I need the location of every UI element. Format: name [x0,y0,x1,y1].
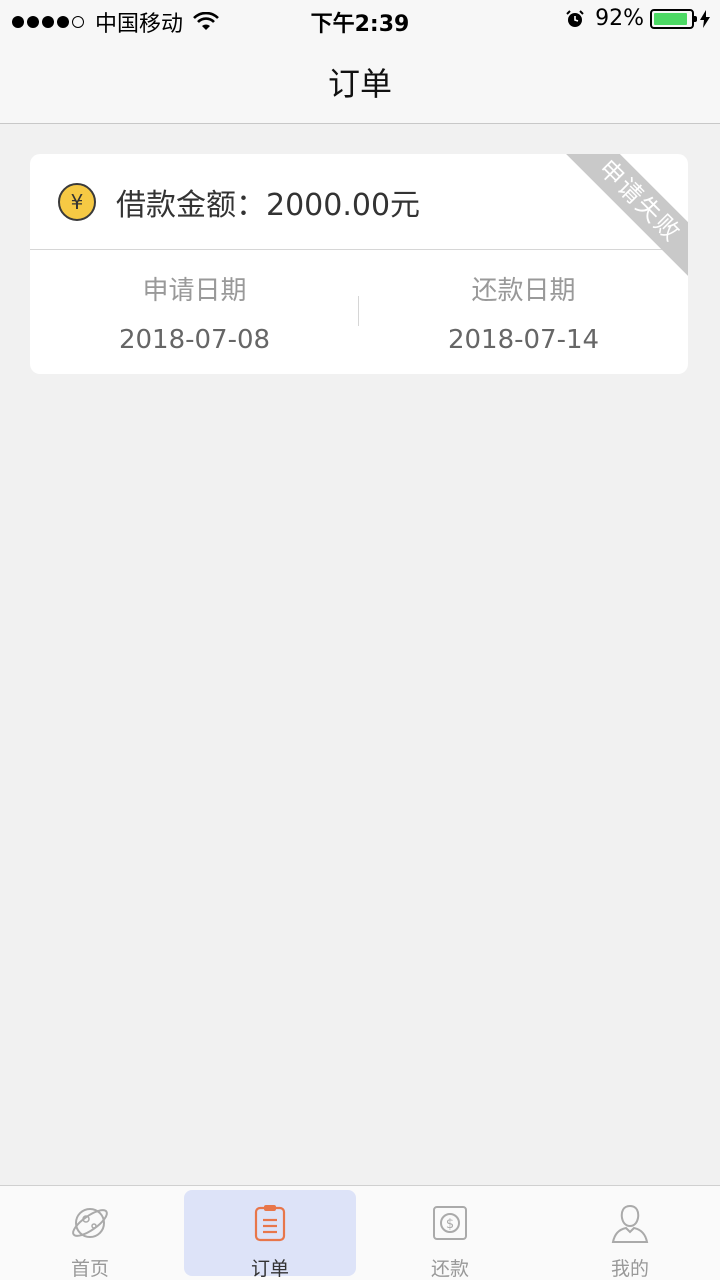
tab-home[interactable]: 首页 [0,1186,180,1280]
alarm-icon [566,9,584,27]
tab-label: 订单 [250,1258,289,1280]
apply-date-column: 申请日期 2018-07-08 [30,250,359,374]
battery-percent: 92% [595,6,644,31]
charging-icon [700,9,710,28]
planet-icon [72,1208,108,1238]
status-ribbon: 申请失败 [558,154,688,284]
order-card[interactable]: ¥ 借款金额： 2000.00元 申请日期 2018-07-08 还款日期 20… [30,154,688,374]
tab-label: 我的 [610,1258,649,1280]
column-divider [358,296,359,326]
tab-profile[interactable]: 我的 [540,1186,720,1280]
user-icon [611,1204,649,1243]
repay-date-value: 2018-07-14 [447,325,600,355]
apply-date-value: 2018-07-08 [118,325,271,355]
battery-icon [650,8,697,29]
battery-fill [654,12,688,25]
tab-label: 首页 [70,1258,109,1280]
amount-value: 2000.00元 [266,187,421,223]
tab-bar: 首页 订单 $ 还款 我的 [0,1185,720,1280]
apply-date-label: 申请日期 [142,276,247,306]
tab-repay[interactable]: $ 还款 [360,1186,540,1280]
clipboard-icon [254,1205,286,1242]
yuan-coin-icon: ¥ [58,182,96,221]
status-bar: 中国移动 下午2:39 92% [0,0,720,40]
dollar-icon: $ [433,1206,467,1240]
tab-label: 还款 [430,1258,469,1280]
svg-text:$: $ [446,1217,454,1232]
page-title: 订单 [327,64,392,103]
amount-label: 借款金额： [116,187,266,223]
tab-orders[interactable]: 订单 [180,1186,360,1280]
status-right: 92% [565,6,710,31]
nav-bar: 订单 [0,40,720,124]
status-badge: 申请失败 [558,154,688,284]
